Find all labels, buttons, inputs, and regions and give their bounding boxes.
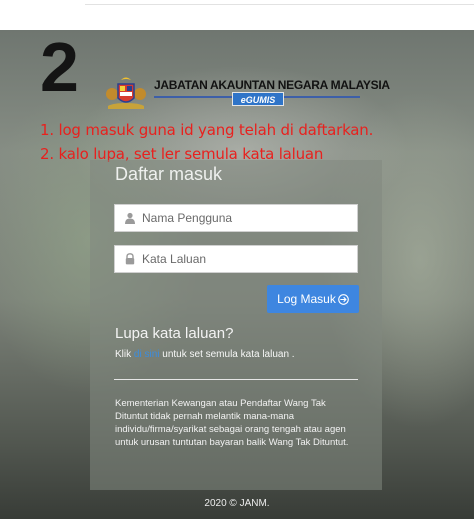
login-title: Daftar masuk bbox=[115, 164, 223, 184]
password-field[interactable] bbox=[114, 245, 358, 273]
agency-header: JABATAN AKAUNTAN NEGARA MALAYSIA eGUMIS bbox=[104, 76, 390, 112]
step-number: 2 bbox=[40, 28, 79, 106]
arrow-right-circle-icon bbox=[338, 293, 349, 305]
divider bbox=[114, 379, 358, 380]
login-button[interactable]: Log Masuk bbox=[267, 285, 359, 313]
instruction-line-1: 1. log masuk guna id yang telah di dafta… bbox=[40, 121, 374, 139]
reset-password-link[interactable]: di sini bbox=[134, 349, 160, 360]
lock-icon bbox=[125, 253, 135, 265]
forgot-password-title: Lupa kata laluan? bbox=[115, 325, 234, 342]
egumis-badge: eGUMIS bbox=[232, 92, 284, 106]
username-field[interactable] bbox=[114, 204, 358, 232]
footer-copyright: 2020 © JANM. bbox=[204, 498, 270, 509]
username-input[interactable] bbox=[142, 205, 352, 231]
top-strip bbox=[0, 0, 474, 30]
login-button-label: Log Masuk bbox=[277, 292, 336, 306]
user-icon bbox=[125, 212, 135, 224]
malaysia-coat-of-arms-icon bbox=[106, 77, 146, 109]
disclaimer-text: Kementerian Kewangan atau Pendaftar Wang… bbox=[115, 398, 349, 448]
forgot-suffix: untuk set semula kata laluan . bbox=[162, 349, 295, 360]
password-input[interactable] bbox=[142, 246, 352, 272]
forgot-password-text: Klik di sini untuk set semula kata lalua… bbox=[115, 349, 295, 360]
top-strip-line bbox=[85, 4, 474, 5]
forgot-prefix: Klik bbox=[115, 349, 132, 360]
agency-name: JABATAN AKAUNTAN NEGARA MALAYSIA bbox=[154, 78, 390, 92]
